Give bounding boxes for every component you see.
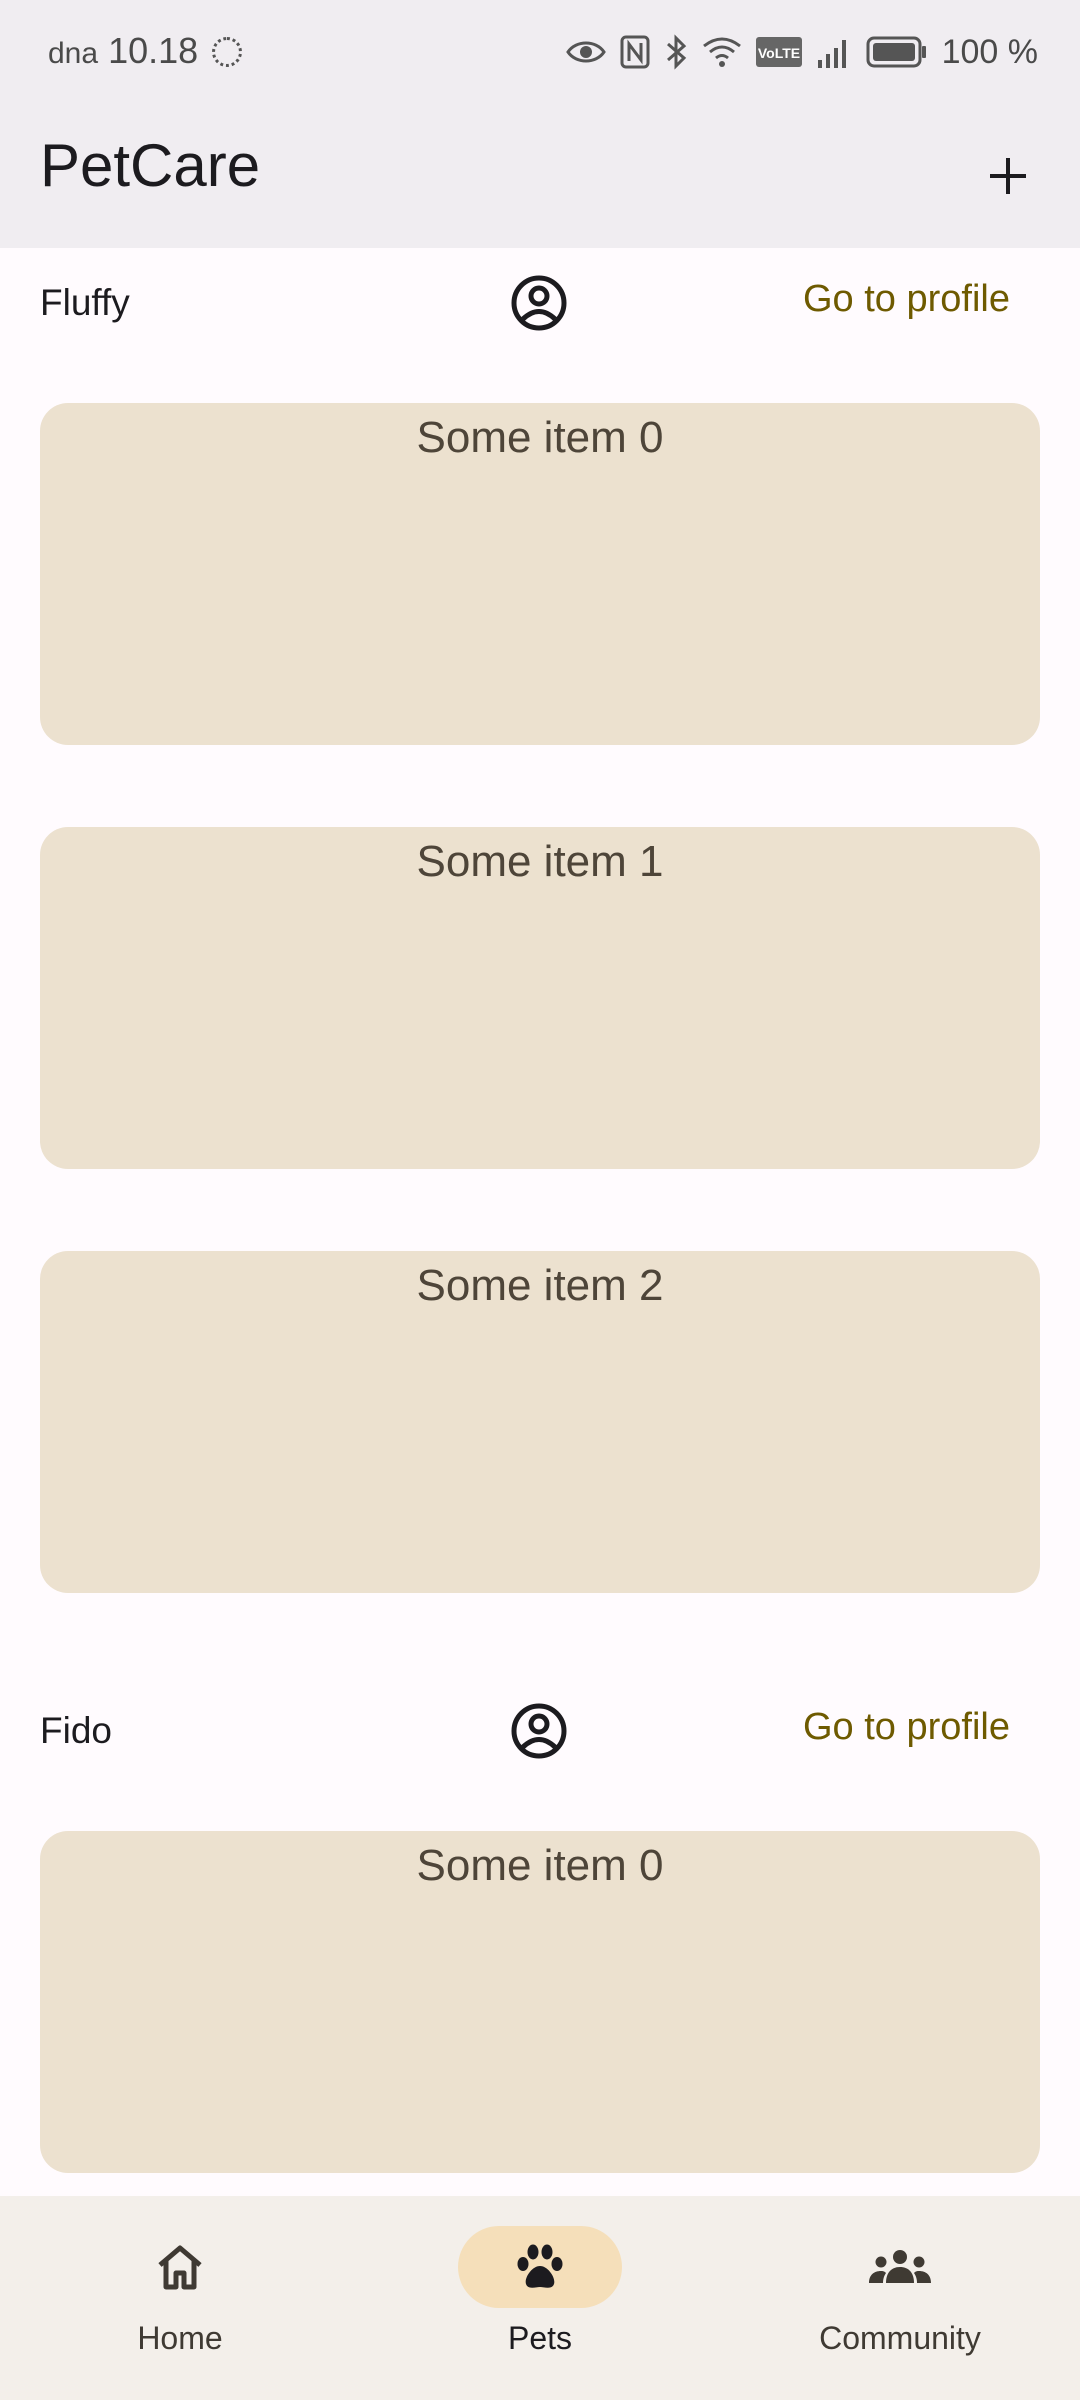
pets-list[interactable]: Fluffy Go to profile Some item 0 Some it…: [0, 248, 1080, 2196]
home-icon: [158, 2245, 202, 2290]
nfc-icon: [620, 35, 650, 69]
nav-indicator-active: [458, 2226, 622, 2308]
nav-indicator: [818, 2226, 982, 2308]
svg-text:VoLTE: VoLTE: [757, 45, 799, 61]
status-bar: dna 10.18 VoLTE 100 %: [0, 0, 1080, 104]
battery-icon: [866, 36, 928, 68]
add-button[interactable]: [972, 140, 1044, 212]
account-circle-icon: [511, 275, 567, 331]
nav-label: Community: [819, 2320, 981, 2356]
plus-icon: [990, 158, 1026, 194]
signal-icon: [816, 36, 852, 68]
wifi-icon: [702, 36, 742, 68]
nav-indicator: [98, 2226, 262, 2308]
go-to-profile-button[interactable]: Go to profile: [803, 1706, 1010, 1749]
eye-icon: [565, 38, 606, 66]
pet-header-fido: Fido Go to profile: [0, 1676, 1080, 1786]
status-left: dna 10.18: [48, 30, 243, 74]
paw-icon: [517, 2244, 563, 2288]
item-card[interactable]: Some item 0: [40, 403, 1040, 745]
nav-item-community[interactable]: Community: [720, 2196, 1080, 2400]
pet-header-fluffy: Fluffy Go to profile: [0, 248, 1080, 358]
item-title: Some item 0: [416, 1841, 664, 1890]
go-to-profile-button[interactable]: Go to profile: [803, 278, 1010, 321]
item-card[interactable]: Some item 0: [40, 1831, 1040, 2173]
clock: 10.18: [108, 30, 199, 71]
battery-percent: 100 %: [941, 32, 1038, 71]
pet-name: Fido: [40, 1710, 112, 1751]
nav-label: Home: [137, 2320, 223, 2356]
item-title: Some item 2: [416, 1261, 664, 1310]
loading-icon: [212, 37, 243, 67]
item-title: Some item 0: [416, 413, 664, 462]
page-title: PetCare: [40, 132, 261, 199]
nav-item-home[interactable]: Home: [0, 2196, 360, 2400]
pet-name: Fluffy: [40, 282, 130, 323]
status-right: VoLTE 100 %: [565, 28, 1038, 76]
item-title: Some item 1: [416, 837, 664, 886]
item-card[interactable]: Some item 1: [40, 827, 1040, 1169]
bottom-navigation: Home Pets Community: [0, 2196, 1080, 2400]
nav-label: Pets: [507, 2320, 573, 2356]
bluetooth-icon: [664, 34, 688, 70]
account-circle-icon: [511, 1703, 567, 1759]
item-card[interactable]: Some item 2: [40, 1251, 1040, 1593]
carrier-label: dna: [48, 37, 99, 70]
groups-icon: [869, 2250, 931, 2283]
nav-item-pets[interactable]: Pets: [360, 2196, 720, 2400]
volte-icon: VoLTE: [755, 37, 802, 67]
top-app-bar: PetCare: [0, 104, 1080, 248]
